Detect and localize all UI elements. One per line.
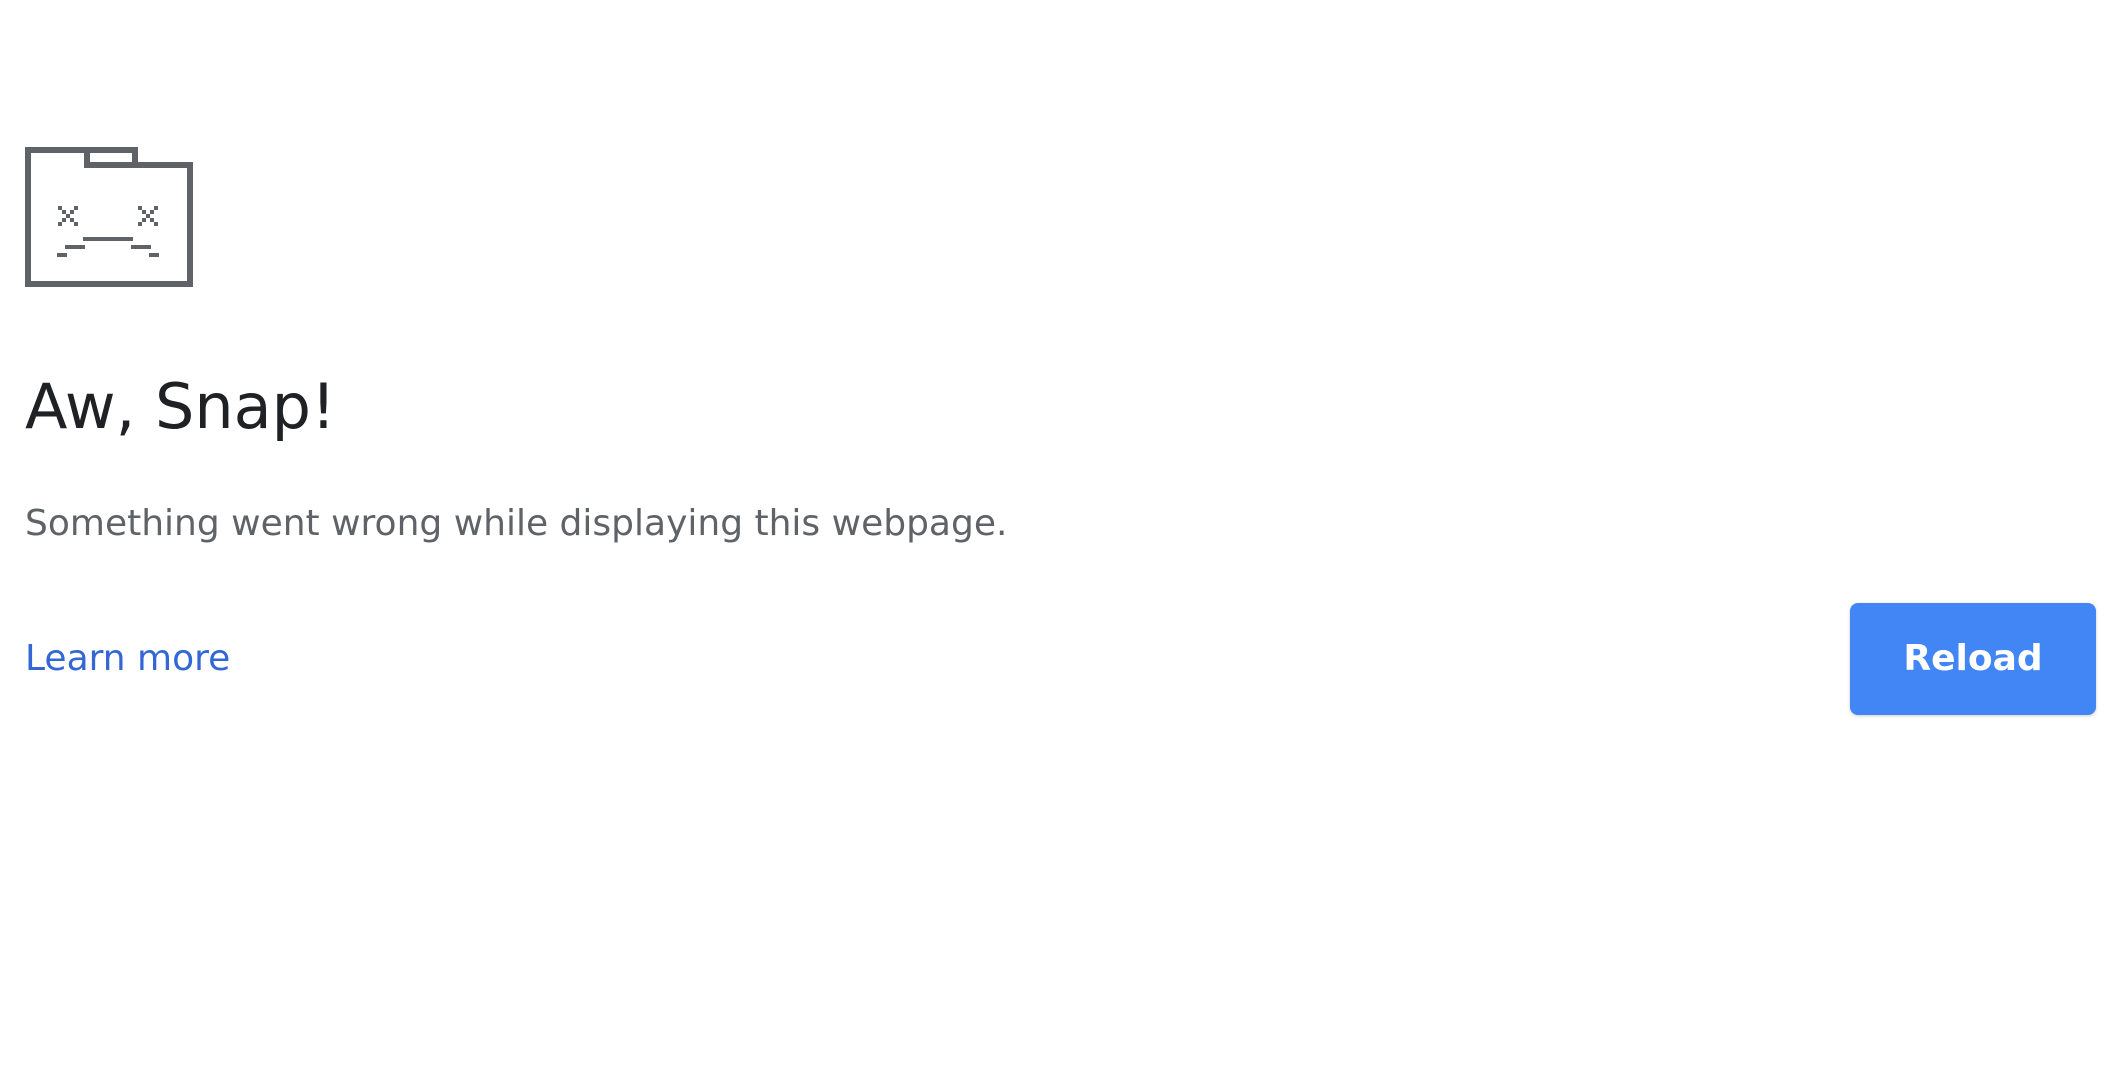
learn-more-link[interactable]: Learn more: [25, 635, 230, 683]
error-page: Aw, Snap! Something went wrong while dis…: [0, 0, 2120, 1090]
error-message: Something went wrong while displaying th…: [25, 503, 1008, 544]
reload-button[interactable]: Reload: [1850, 603, 2096, 715]
error-title: Aw, Snap!: [25, 370, 336, 443]
sad-tab-icon: [25, 147, 193, 287]
